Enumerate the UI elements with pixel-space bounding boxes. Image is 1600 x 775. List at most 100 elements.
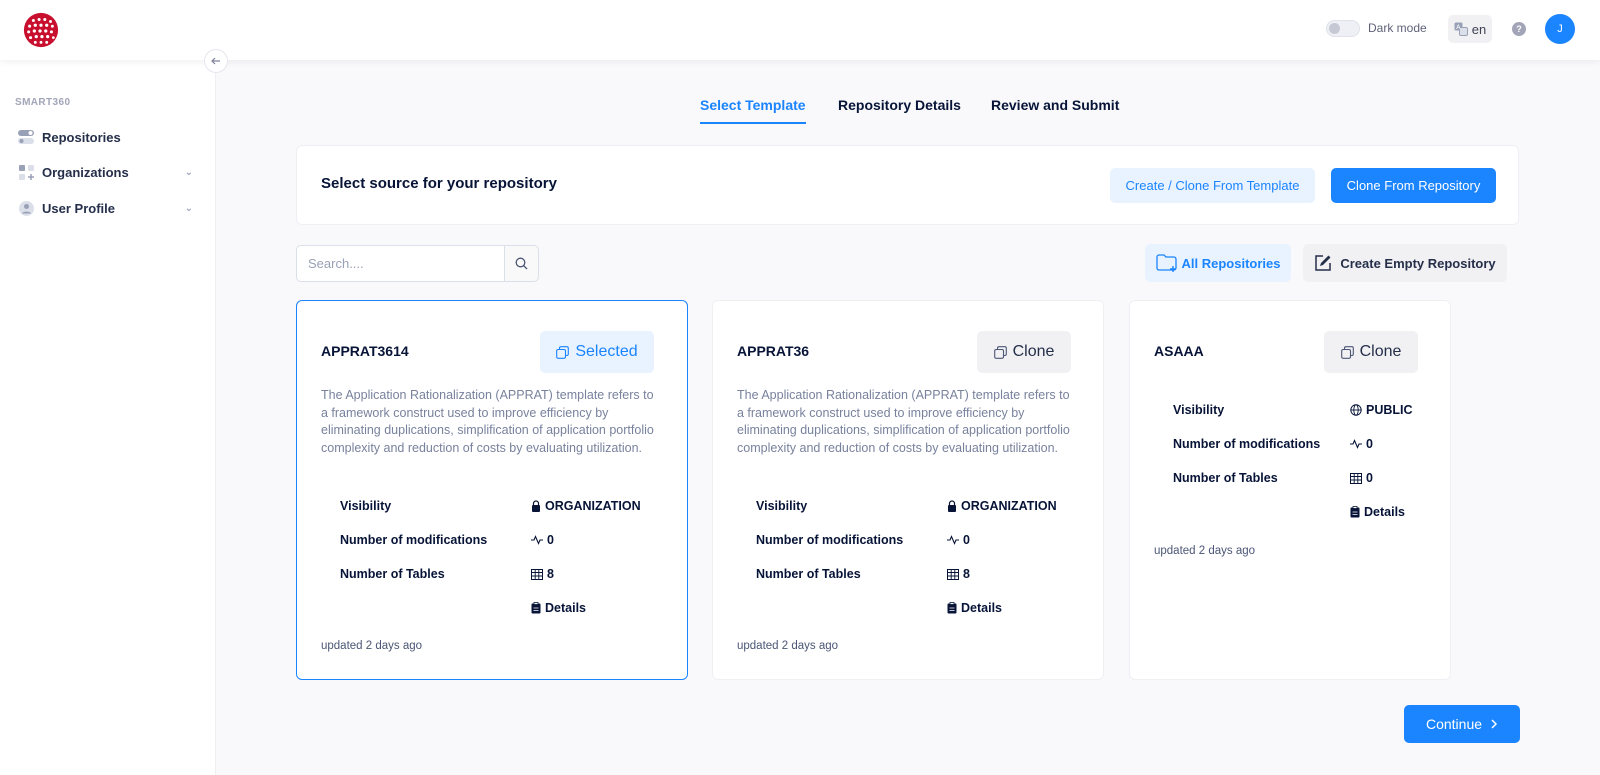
all-repositories-label: All Repositories	[1181, 255, 1281, 271]
copy-icon	[1340, 345, 1354, 359]
dark-mode-toggle[interactable]	[1326, 20, 1360, 37]
source-title: Select source for your repository	[321, 175, 557, 192]
lock-icon	[532, 500, 540, 512]
clipboard-icon	[531, 602, 541, 614]
repo-description: The Application Rationalization (APPRAT)…	[737, 388, 1070, 455]
visibility-value: PUBLIC	[1350, 403, 1413, 417]
tables-value: 8	[531, 567, 554, 581]
table-icon	[531, 568, 543, 580]
edit-icon	[1315, 255, 1332, 271]
tab-select-template[interactable]: Select Template	[700, 97, 806, 113]
tables-label: Number of Tables	[1173, 471, 1278, 485]
tables-label: Number of Tables	[340, 567, 445, 581]
dark-mode-label: Dark mode	[1368, 21, 1427, 35]
arrow-left-icon	[211, 57, 220, 65]
modifications-value: 0	[531, 533, 554, 547]
visibility-text: ORGANIZATION	[961, 499, 1057, 513]
chevron-down-icon: ⌄	[184, 166, 193, 178]
toggle-knob	[1329, 23, 1340, 34]
tab-review-and-submit[interactable]: Review and Submit	[991, 97, 1119, 113]
tables-value: 8	[947, 567, 970, 581]
repo-name: APPRAT3614	[321, 343, 409, 359]
sidebar: SMART360 Repositories Organizations ⌄ Us…	[0, 60, 216, 775]
clipboard-icon	[1350, 506, 1360, 518]
sidebar-section-title: SMART360	[15, 97, 71, 108]
details-link[interactable]: Details	[947, 601, 1002, 615]
copy-icon	[556, 345, 570, 359]
clone-label: Clone	[1359, 343, 1402, 360]
language-button[interactable]: A en	[1448, 15, 1492, 43]
sidebar-item-label: Repositories	[42, 129, 121, 145]
chevron-down-icon: ⌄	[184, 202, 193, 214]
modifications-count: 0	[963, 533, 970, 547]
repo-name: ASAAA	[1154, 343, 1204, 359]
selected-label: Selected	[575, 343, 638, 360]
activity-icon	[947, 535, 959, 545]
folder-add-icon	[1155, 254, 1177, 272]
source-selection-card: Select source for your repository Create…	[296, 145, 1519, 225]
clone-from-repository-button[interactable]: Clone From Repository	[1331, 168, 1496, 203]
sidebar-item-user-profile[interactable]: User Profile ⌄	[18, 196, 193, 220]
active-tab-indicator	[700, 122, 806, 124]
sidebar-item-repositories[interactable]: Repositories	[18, 125, 193, 149]
search-input[interactable]	[296, 245, 505, 282]
tables-value: 0	[1350, 471, 1373, 485]
grid-icon	[18, 164, 34, 180]
tables-count: 8	[547, 567, 554, 581]
top-header: Dark mode A en ? J	[0, 0, 1600, 60]
modifications-value: 0	[1350, 437, 1373, 451]
repo-description: The Application Rationalization (APPRAT)…	[321, 388, 654, 455]
repo-name: APPRAT36	[737, 343, 810, 359]
modifications-label: Number of modifications	[756, 533, 904, 547]
all-repositories-button[interactable]: All Repositories	[1145, 244, 1291, 282]
globe-icon	[1350, 404, 1362, 416]
activity-icon	[531, 535, 543, 545]
clone-button[interactable]: Clone	[1324, 331, 1418, 373]
avatar[interactable]: J	[1545, 14, 1575, 44]
create-empty-repository-button[interactable]: Create Empty Repository	[1303, 244, 1507, 282]
visibility-text: PUBLIC	[1366, 403, 1413, 417]
sidebar-collapse-button[interactable]	[204, 49, 228, 73]
clone-button[interactable]: Clone	[977, 331, 1071, 373]
updated-text: updated 2 days ago	[1154, 545, 1256, 557]
sidebar-item-label: Organizations	[42, 164, 129, 180]
visibility-value: ORGANIZATION	[947, 499, 1057, 513]
clone-label: Clone	[1012, 343, 1055, 360]
repo-card[interactable]: APPRAT36 Clone The Application Rationali…	[712, 300, 1104, 680]
details-label: Details	[961, 601, 1002, 615]
language-code: en	[1471, 21, 1487, 37]
visibility-value: ORGANIZATION	[531, 499, 641, 513]
brand-logo-icon[interactable]	[22, 11, 60, 49]
visibility-label: Visibility	[340, 499, 392, 513]
selected-button[interactable]: Selected	[540, 331, 654, 373]
user-icon	[18, 200, 34, 216]
clipboard-icon	[947, 602, 957, 614]
modifications-value: 0	[947, 533, 970, 547]
table-icon	[1350, 472, 1362, 484]
details-label: Details	[1364, 505, 1405, 519]
tables-count: 0	[1366, 471, 1373, 485]
modifications-label: Number of modifications	[1173, 437, 1321, 451]
modifications-count: 0	[547, 533, 554, 547]
sidebar-item-organizations[interactable]: Organizations ⌄	[18, 160, 193, 184]
sidebar-item-label: User Profile	[42, 200, 115, 216]
details-link[interactable]: Details	[531, 601, 586, 615]
details-link[interactable]: Details	[1350, 505, 1405, 519]
repo-card[interactable]: APPRAT3614 Selected The Application Rati…	[296, 300, 688, 680]
chevron-right-icon	[1491, 719, 1498, 729]
tables-label: Number of Tables	[756, 567, 861, 581]
create-empty-label: Create Empty Repository	[1340, 255, 1496, 271]
clone-from-template-button[interactable]: Create / Clone From Template	[1110, 168, 1315, 203]
help-icon[interactable]: ?	[1512, 22, 1526, 36]
visibility-text: ORGANIZATION	[545, 499, 641, 513]
modifications-count: 0	[1366, 437, 1373, 451]
continue-button[interactable]: Continue	[1404, 705, 1520, 743]
updated-text: updated 2 days ago	[737, 640, 839, 652]
search-button[interactable]	[504, 245, 539, 282]
toggle-icon	[18, 129, 34, 145]
copy-icon	[993, 345, 1007, 359]
tables-count: 8	[963, 567, 970, 581]
continue-label: Continue	[1425, 716, 1483, 732]
repo-card[interactable]: ASAAA Clone Visibility PUBLIC Number of …	[1129, 300, 1451, 680]
tab-repository-details[interactable]: Repository Details	[838, 97, 961, 113]
